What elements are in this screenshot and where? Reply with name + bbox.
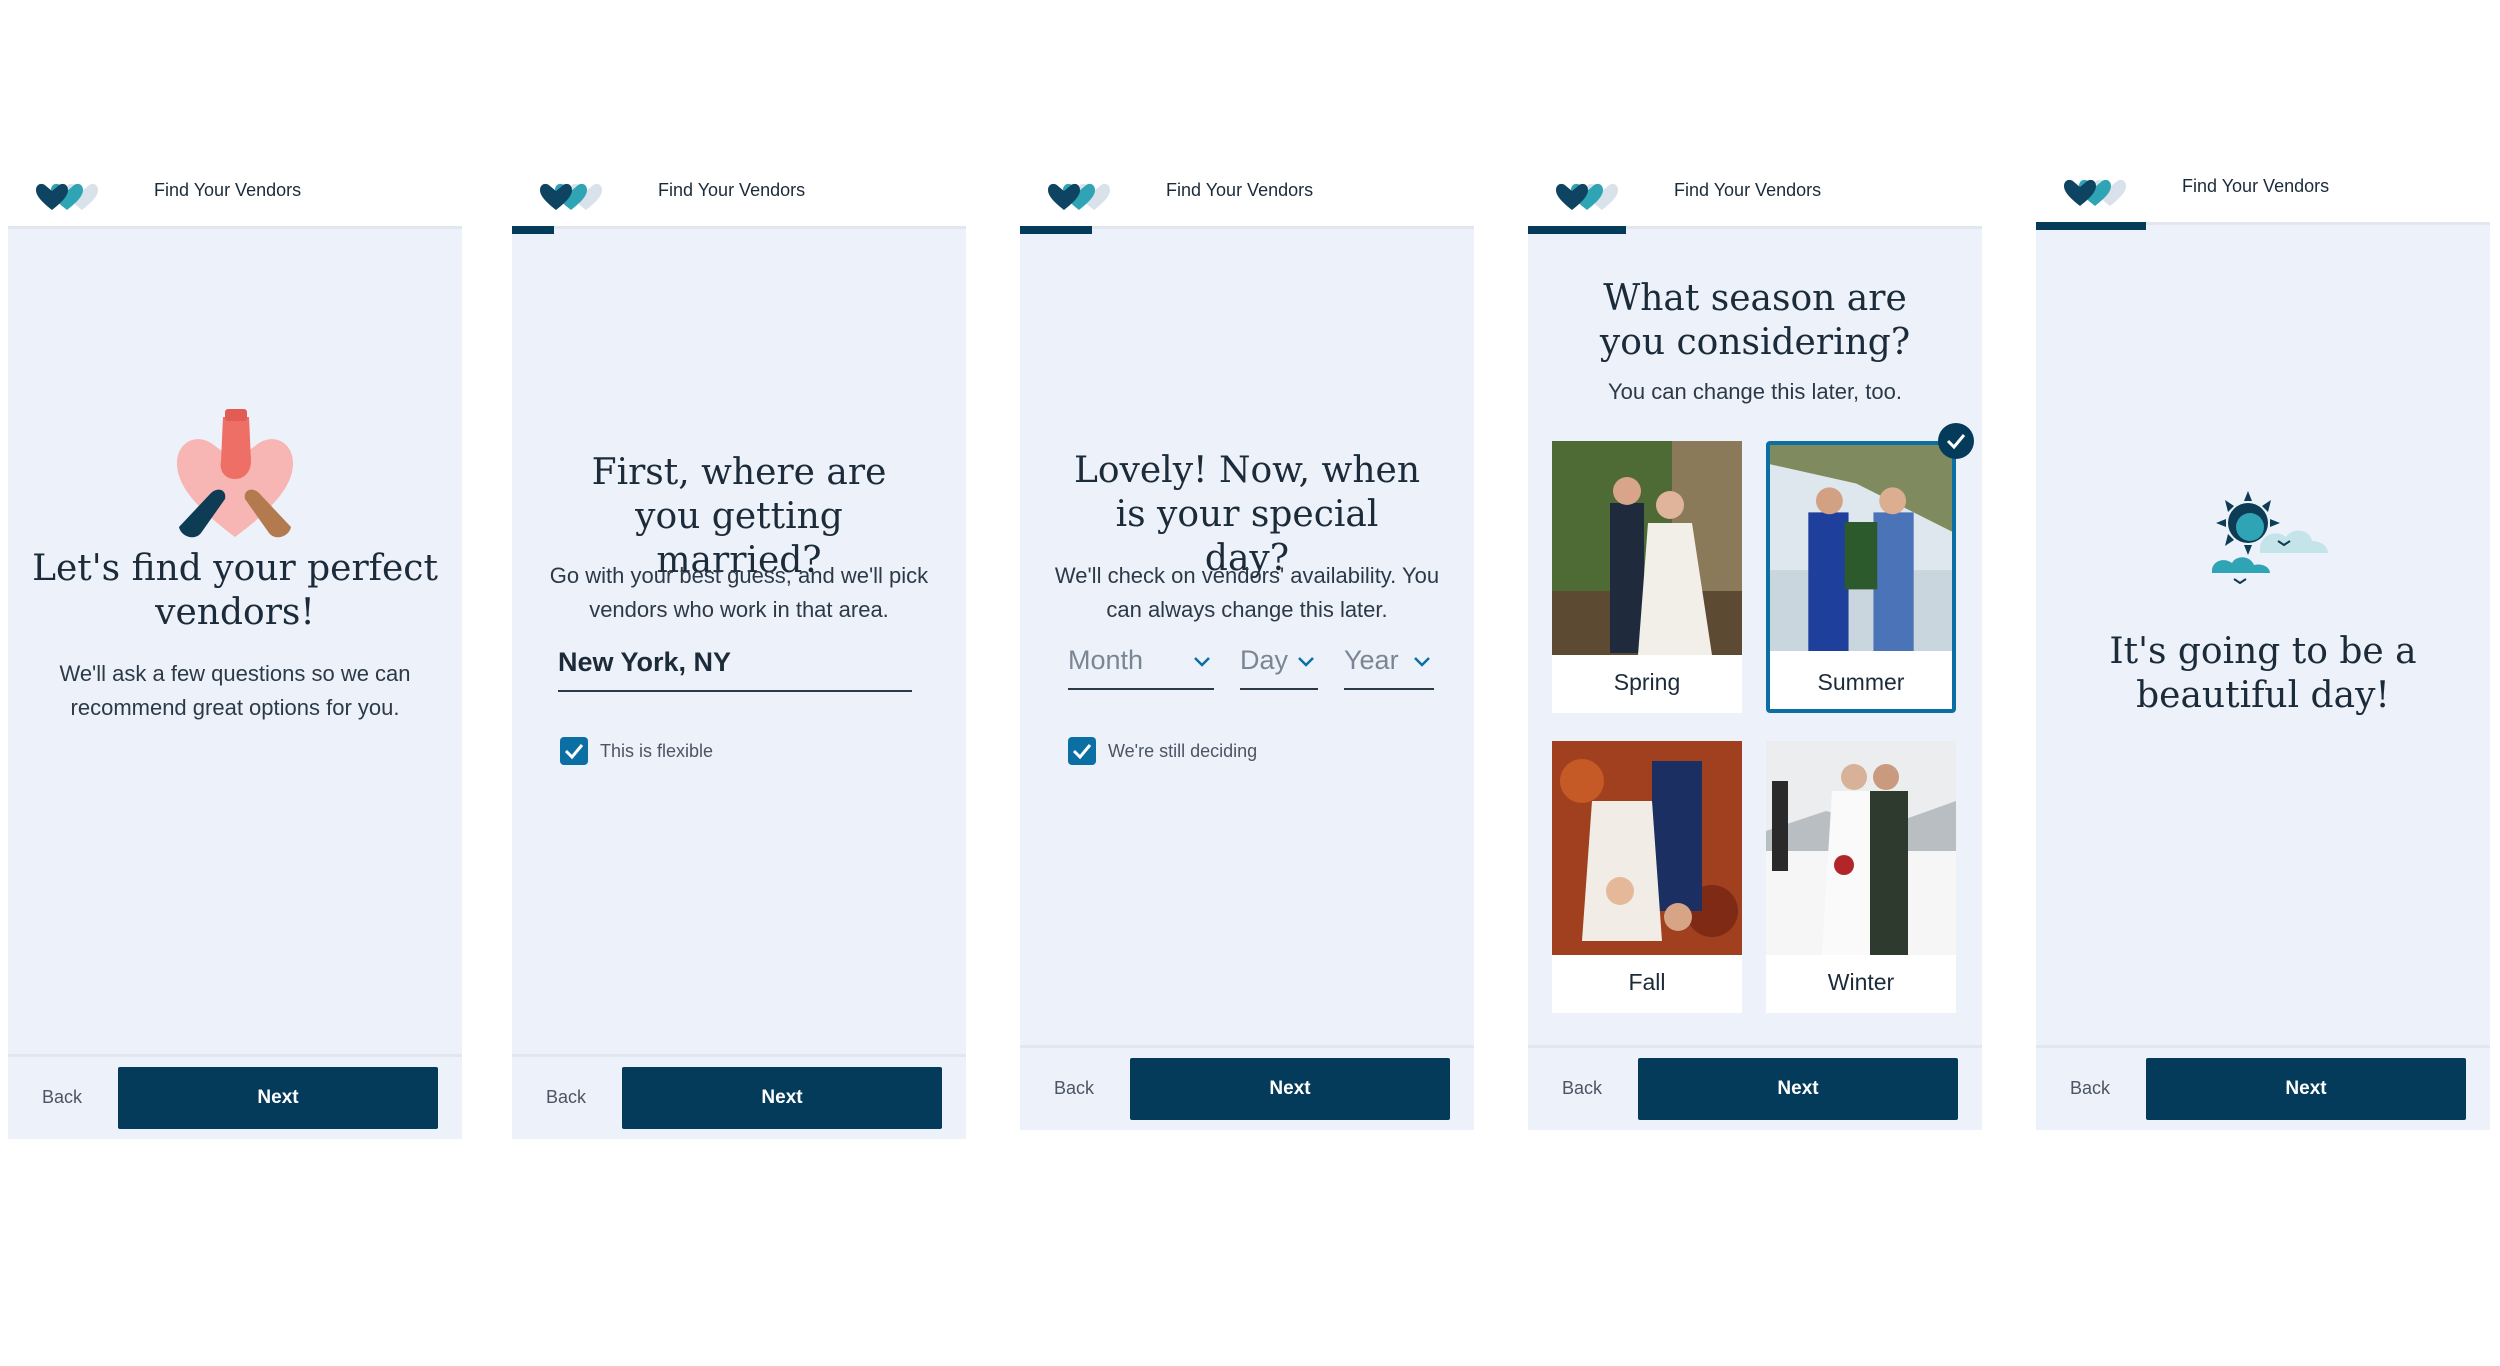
page-title: What season are you considering?: [1599, 278, 1911, 363]
deciding-checkbox[interactable]: [1068, 737, 1096, 765]
next-button[interactable]: Next: [622, 1067, 942, 1129]
screen-location: Find Your Vendors First, where are you g…: [512, 164, 966, 1139]
location-input[interactable]: New York, NY: [558, 647, 912, 692]
season-label: Spring: [1613, 669, 1681, 695]
app-header: Find Your Vendors: [1528, 164, 1982, 226]
season-label: Summer: [1817, 669, 1905, 695]
header-title: Find Your Vendors: [1674, 180, 1822, 200]
year-placeholder: Year: [1344, 645, 1399, 675]
header-title: Find Your Vendors: [1166, 180, 1314, 200]
hands-heart-icon: [177, 409, 293, 538]
logo-hearts-icon: [2064, 179, 2126, 206]
app-header: Find Your Vendors: [1020, 164, 1474, 226]
next-button[interactable]: Next: [2146, 1058, 2466, 1120]
page-subtitle: We'll check on vendors' availability. Yo…: [1054, 563, 1440, 622]
app-header: Find Your Vendors: [8, 164, 462, 226]
back-button[interactable]: Back: [1562, 1078, 1602, 1099]
checkmark-icon: [1072, 744, 1092, 760]
flexible-checkbox[interactable]: [560, 737, 588, 765]
month-placeholder: Month: [1068, 645, 1144, 675]
page-subtitle: We'll ask a few questions so we can reco…: [59, 661, 411, 720]
chevron-down-icon: [1194, 657, 1210, 667]
content-panel: First, where are you getting married? Go…: [512, 226, 966, 1057]
progress-bar: [512, 226, 554, 234]
season-card-winter[interactable]: Winter: [1766, 741, 1956, 1013]
logo-hearts-icon: [540, 183, 602, 210]
spring-couple-photo: [1552, 441, 1742, 655]
next-button[interactable]: Next: [1638, 1058, 1958, 1120]
progress-bar: [2036, 222, 2146, 230]
footer-nav: Back Next: [1528, 1045, 1982, 1130]
year-select[interactable]: Year: [1344, 645, 1434, 690]
progress-bar: [1528, 226, 1626, 234]
next-button[interactable]: Next: [118, 1067, 438, 1129]
screen-confirmation: Find Your Vendors It's going to be a bea…: [2036, 160, 2490, 1130]
fall-couple-photo: [1552, 741, 1742, 955]
header-title: Find Your Vendors: [658, 180, 806, 200]
deciding-label: We're still deciding: [1108, 741, 1258, 761]
back-button[interactable]: Back: [546, 1087, 586, 1108]
day-placeholder: Day: [1240, 645, 1289, 675]
footer-nav: Back Next: [8, 1054, 462, 1139]
content-panel: It's going to be a beautiful day!: [2036, 222, 2490, 1048]
page-subtitle: Go with your best guess, and we'll pick …: [549, 563, 929, 622]
season-card-fall[interactable]: Fall: [1552, 741, 1742, 1013]
screen-season: Find Your Vendors What season are you co…: [1528, 164, 1982, 1130]
season-card-summer[interactable]: Summer: [1766, 441, 1956, 713]
content-panel: Let's find your perfect vendors! We'll a…: [8, 226, 462, 1057]
page-subtitle: You can change this later, too.: [1608, 379, 1902, 404]
sun-cloud-icon: [2212, 491, 2328, 585]
content-panel: Lovely! Now, when is your special day? W…: [1020, 226, 1474, 1048]
season-label: Winter: [1827, 969, 1895, 995]
checkmark-icon: [564, 744, 584, 760]
next-button[interactable]: Next: [1130, 1058, 1450, 1120]
winter-couple-photo: [1766, 741, 1956, 955]
page-title: Let's find your perfect vendors!: [32, 548, 438, 633]
selected-check-badge: [1938, 423, 1974, 459]
back-button[interactable]: Back: [1054, 1078, 1094, 1099]
footer-nav: Back Next: [512, 1054, 966, 1139]
summer-couple-photo: [1770, 445, 1952, 651]
logo-hearts-icon: [36, 183, 98, 210]
screen-date: Find Your Vendors Lovely! Now, when is y…: [1020, 164, 1474, 1130]
screen-intro: Find Your Vendors Let's find your perfec…: [8, 164, 462, 1139]
footer-nav: Back Next: [2036, 1045, 2490, 1130]
page-title: It's going to be a beautiful day!: [2109, 631, 2417, 716]
chevron-down-icon: [1298, 657, 1314, 667]
header-title: Find Your Vendors: [154, 180, 302, 200]
app-header: Find Your Vendors: [2036, 160, 2490, 222]
back-button[interactable]: Back: [2070, 1078, 2110, 1099]
checkmark-icon: [1946, 434, 1966, 450]
logo-hearts-icon: [1556, 183, 1618, 210]
app-header: Find Your Vendors: [512, 164, 966, 226]
season-label: Fall: [1628, 969, 1666, 995]
content-panel: What season are you considering? You can…: [1528, 226, 1982, 1048]
season-card-spring[interactable]: Spring: [1552, 441, 1742, 713]
logo-hearts-icon: [1048, 183, 1110, 210]
day-select[interactable]: Day: [1240, 645, 1318, 690]
progress-bar: [1020, 226, 1092, 234]
flexible-label: This is flexible: [600, 741, 714, 761]
header-title: Find Your Vendors: [2182, 176, 2330, 196]
month-select[interactable]: Month: [1068, 645, 1214, 690]
footer-nav: Back Next: [1020, 1045, 1474, 1130]
chevron-down-icon: [1414, 657, 1430, 667]
back-button[interactable]: Back: [42, 1087, 82, 1108]
